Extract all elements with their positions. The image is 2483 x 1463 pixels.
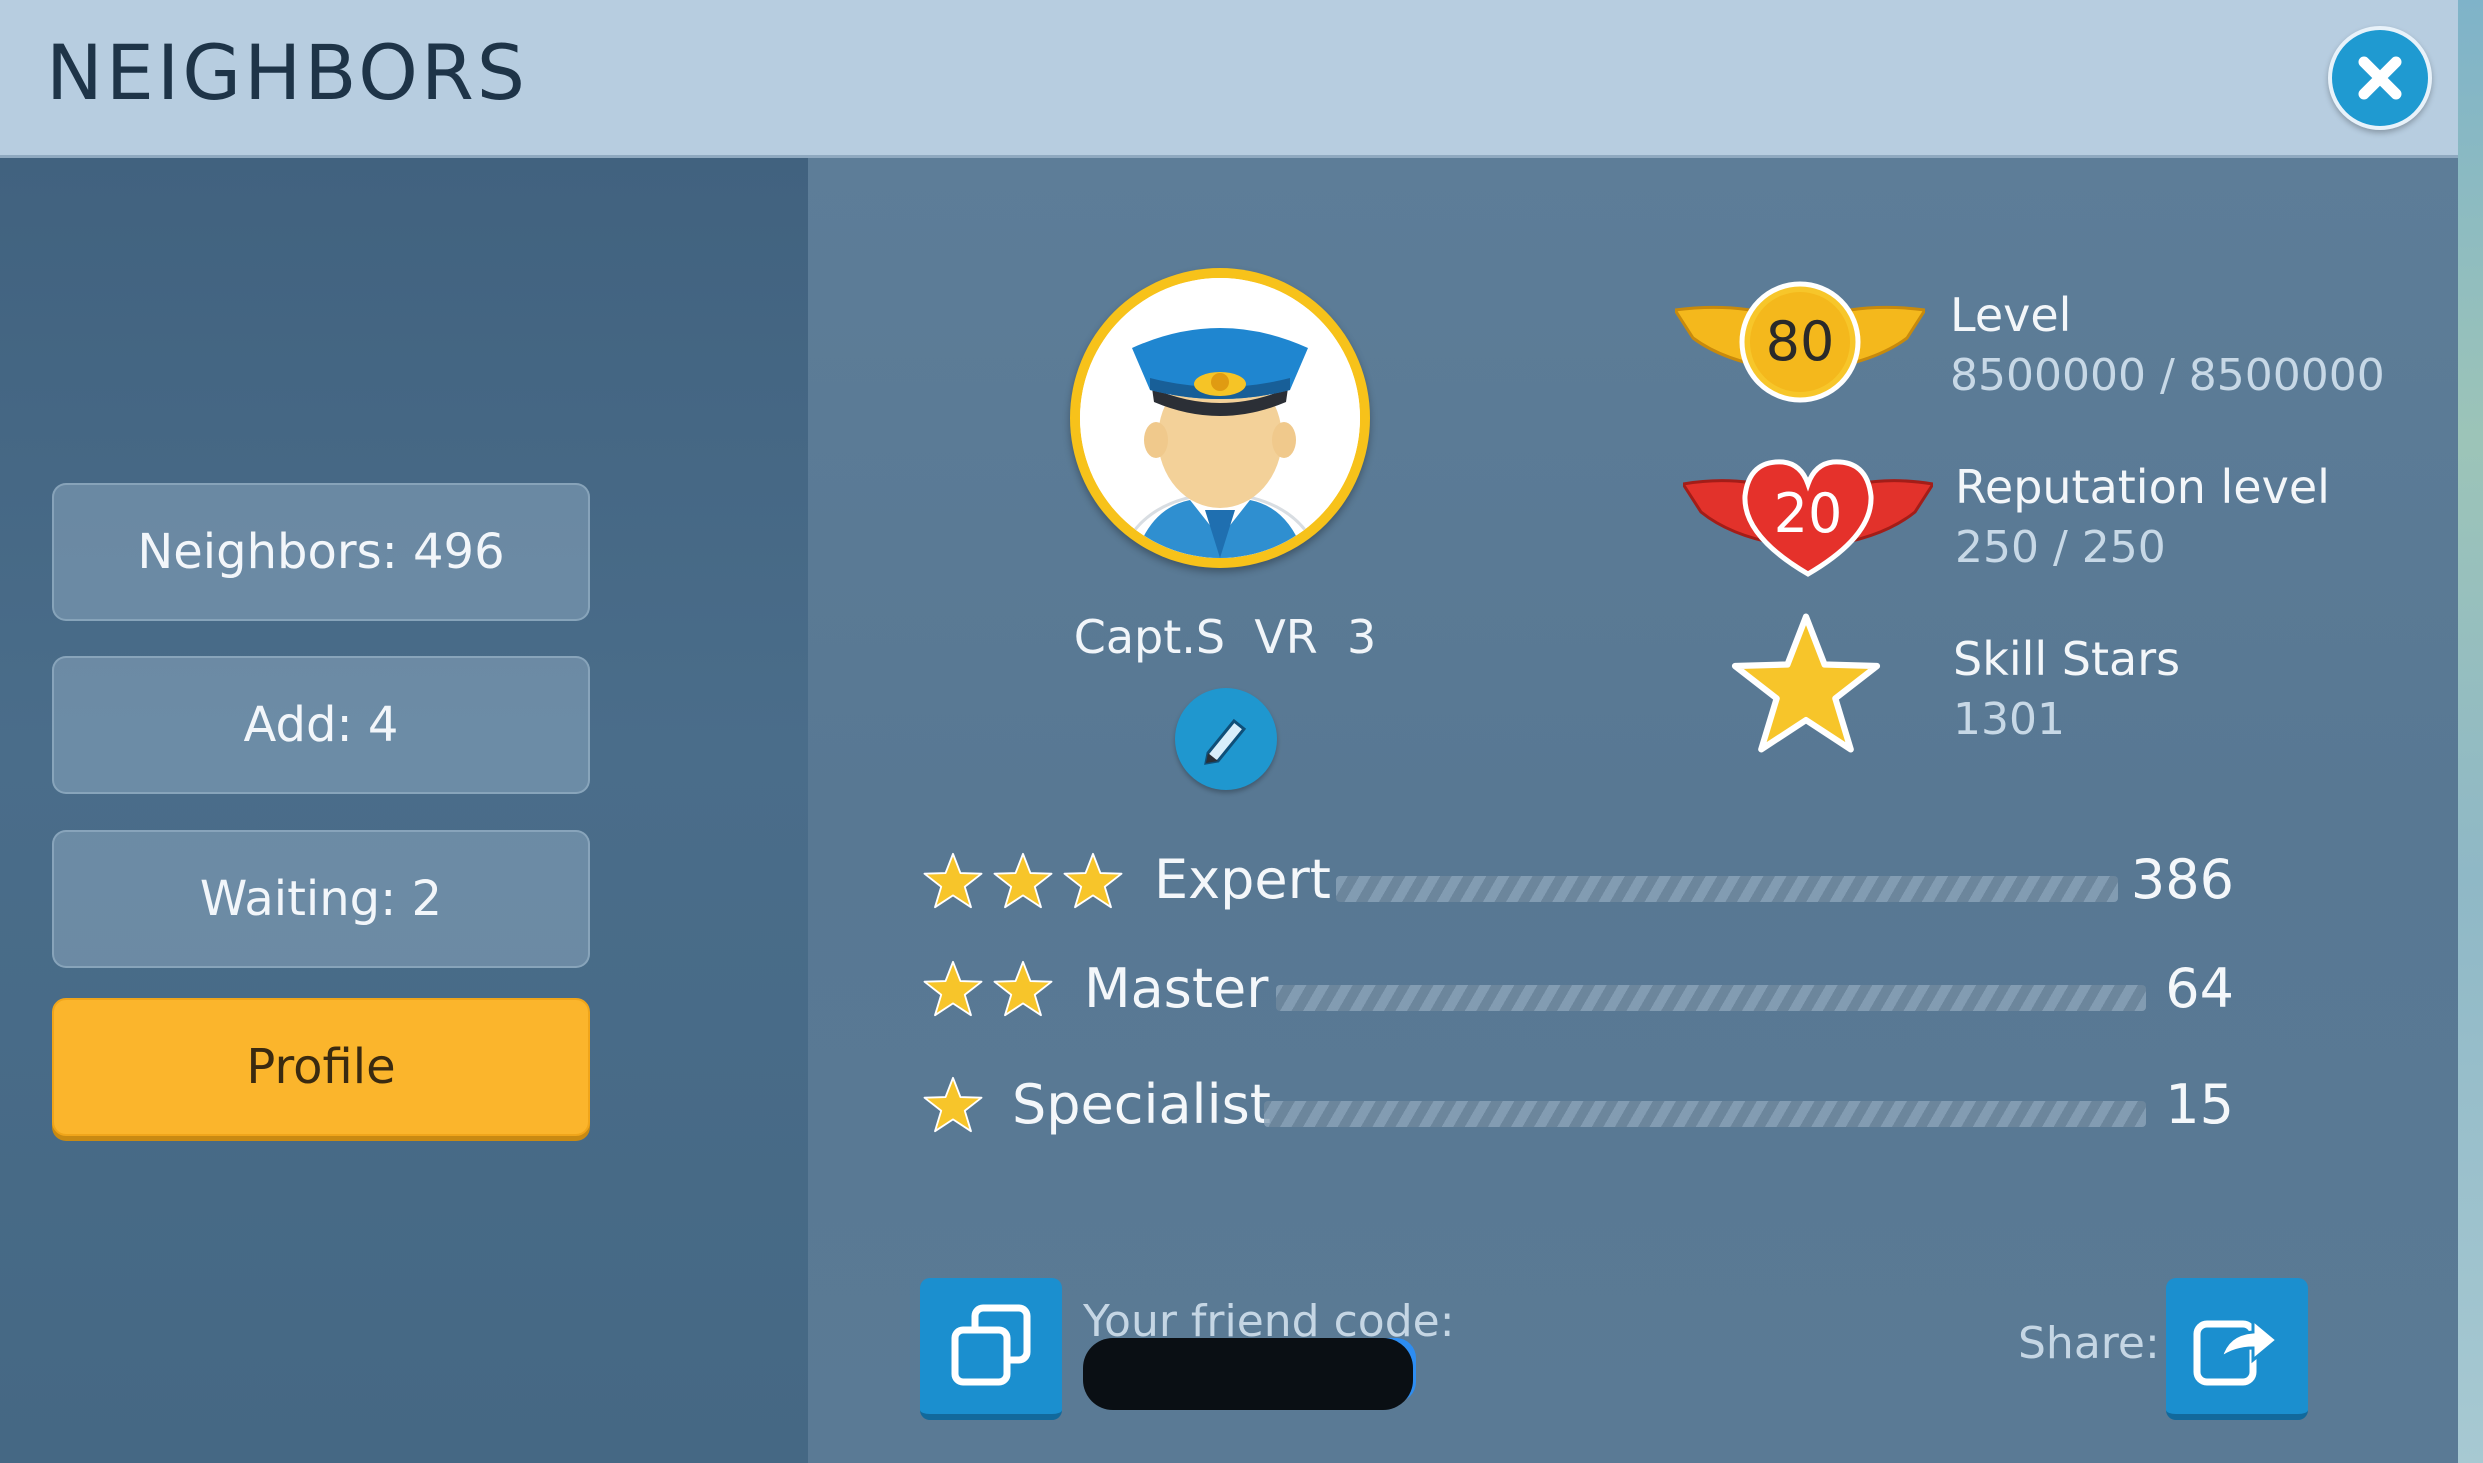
skill-progress-bar: [1264, 1101, 2146, 1127]
pilot-avatar: [1080, 278, 1360, 558]
reputation-heart-badge: 20: [1683, 459, 1933, 577]
sidebar-item-label: Waiting: 2: [199, 871, 443, 927]
sidebar-item-add[interactable]: Add: 4: [52, 656, 590, 794]
skill-progress-bar: [1336, 876, 2118, 902]
skill-row-count: 64: [2165, 957, 2234, 1020]
level-value: 8500000 / 8500000: [1950, 350, 2385, 401]
star-icon: [923, 1076, 983, 1133]
player-name: Capt.S VR 3: [1073, 610, 1377, 664]
skill-row-count: 386: [2130, 848, 2234, 911]
reputation-badge-value: 20: [1774, 482, 1843, 545]
sidebar-item-label: Profile: [246, 1039, 396, 1095]
skill-row-label: Expert: [1154, 848, 1331, 911]
neighbors-dialog: NEIGHBORS Neighbors: 496 Add: 4 Waiting:…: [0, 0, 2458, 1463]
share-label: Share:: [2018, 1318, 2160, 1369]
share-button[interactable]: [2166, 1278, 2308, 1420]
skill-progress-bar: [1276, 985, 2146, 1011]
star-icon: [1731, 613, 1881, 753]
skill-row-label: Specialist: [1012, 1073, 1271, 1136]
friend-code-value-redacted: [1083, 1338, 1413, 1410]
reputation-label: Reputation level: [1955, 460, 2330, 514]
reputation-value: 250 / 250: [1955, 522, 2166, 573]
level-wings-badge: 80: [1675, 281, 1925, 403]
skill-row-count: 15: [2165, 1073, 2234, 1136]
sidebar-item-label: Add: 4: [243, 697, 399, 753]
sidebar-item-profile[interactable]: Profile: [52, 998, 590, 1136]
sidebar: Neighbors: 496 Add: 4 Waiting: 2 Profile: [0, 158, 808, 1463]
share-icon: [2193, 1316, 2280, 1386]
dialog-title: NEIGHBORS: [46, 28, 528, 117]
close-button[interactable]: [2328, 26, 2432, 130]
skill-stars-label: Skill Stars: [1953, 632, 2181, 686]
sidebar-item-neighbors[interactable]: Neighbors: 496: [52, 483, 590, 621]
copy-icon: [951, 1304, 1031, 1386]
copy-friend-code-button[interactable]: [920, 1278, 1062, 1420]
pencil-icon: [1204, 718, 1247, 765]
level-badge-value: 80: [1766, 310, 1835, 373]
star-icon: [923, 852, 1123, 909]
level-label: Level: [1950, 288, 2072, 342]
star-icon: [923, 960, 1053, 1017]
dialog-titlebar: NEIGHBORS: [0, 0, 2458, 158]
edit-name-button[interactable]: [1175, 688, 1277, 790]
skill-row-label: Master: [1084, 957, 1269, 1020]
background-game-edge: [2458, 0, 2483, 1463]
avatar: [1070, 268, 1370, 568]
sidebar-item-label: Neighbors: 496: [137, 524, 505, 580]
skill-stars-value: 1301: [1953, 694, 2065, 745]
sidebar-item-waiting[interactable]: Waiting: 2: [52, 830, 590, 968]
close-icon: [2358, 56, 2402, 100]
